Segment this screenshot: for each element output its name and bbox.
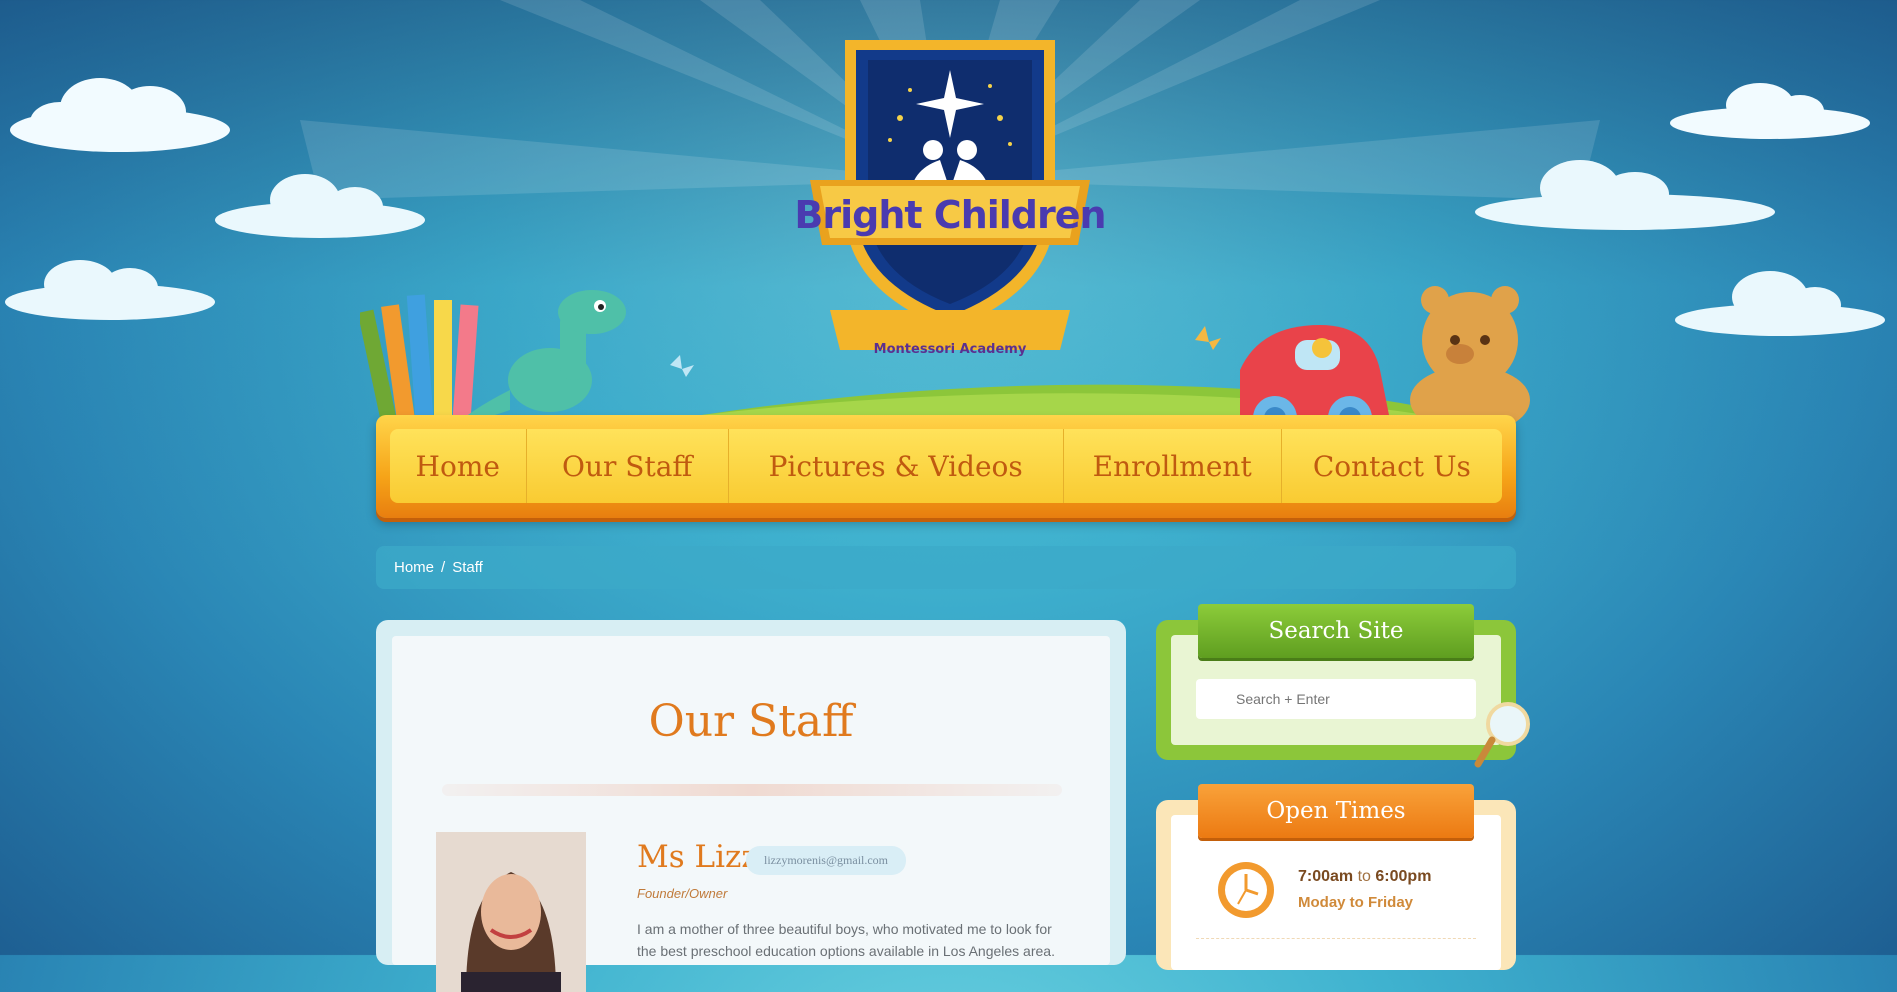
cloud <box>1475 160 1775 230</box>
cloud <box>5 260 215 320</box>
open-hours: 7:00am to 6:00pm <box>1298 868 1431 886</box>
staff-photo <box>436 832 586 992</box>
main-navigation: Home Our Staff Pictures & Videos Enrollm… <box>376 415 1516 518</box>
shield-logo-icon <box>810 40 1090 350</box>
staff-portrait-icon <box>436 832 586 992</box>
nav-item-our-staff[interactable]: Our Staff <box>527 429 729 503</box>
nav-item-pictures-videos[interactable]: Pictures & Videos <box>729 429 1064 503</box>
staff-email-link[interactable]: lizzymorenis@gmail.com <box>746 846 907 875</box>
open-time: 7:00am <box>1298 868 1354 885</box>
nav-item-enrollment[interactable]: Enrollment <box>1064 429 1282 503</box>
nav-item-home[interactable]: Home <box>390 429 527 503</box>
logo[interactable]: Bright Children Montessori Academy <box>790 20 1110 360</box>
cloud <box>1670 83 1870 139</box>
staff-role: Founder/Owner <box>637 886 728 901</box>
magnifier-icon[interactable] <box>1472 700 1532 772</box>
breadcrumb-home-link[interactable]: Home <box>394 559 434 576</box>
breadcrumb-current: Staff <box>452 559 483 576</box>
staff-bio: I am a mother of three beautiful boys, w… <box>637 921 1055 959</box>
open-times-title: Open Times <box>1198 784 1474 838</box>
clock-icon <box>1218 862 1274 918</box>
search-widget: Search Site <box>1156 604 1516 760</box>
nav-item-contact-us[interactable]: Contact Us <box>1282 429 1502 503</box>
breadcrumb-separator: / <box>441 559 446 576</box>
page-title: Our Staff <box>648 696 854 747</box>
crayons-icon <box>360 294 479 430</box>
main-content-panel: Our Staff Ms Lizzy lizzymorenis@gmail.co… <box>376 620 1126 992</box>
cloud <box>1675 271 1885 336</box>
close-time: 6:00pm <box>1375 868 1432 885</box>
logo-title: Bright Children <box>794 193 1106 237</box>
title-divider <box>442 784 1062 796</box>
breadcrumb: Home / Staff <box>376 546 1516 589</box>
nav-bar: Home Our Staff Pictures & Videos Enrollm… <box>390 429 1502 503</box>
main-content-inner: Our Staff Ms Lizzy lizzymorenis@gmail.co… <box>392 636 1110 992</box>
logo-subtitle: Montessori Academy <box>873 342 1027 357</box>
butterfly-icon <box>670 355 694 377</box>
butterfly-icon <box>1195 326 1221 350</box>
open-times-divider <box>1196 938 1476 939</box>
open-times-widget: Open Times 7:00am to 6:00pm Moday to Fri… <box>1156 784 1516 970</box>
search-input[interactable] <box>1196 679 1476 719</box>
cloud <box>10 78 230 152</box>
open-days: Moday to Friday <box>1298 894 1414 911</box>
hours-separator: to <box>1357 868 1371 885</box>
search-widget-title: Search Site <box>1198 604 1474 658</box>
cloud <box>215 174 425 238</box>
